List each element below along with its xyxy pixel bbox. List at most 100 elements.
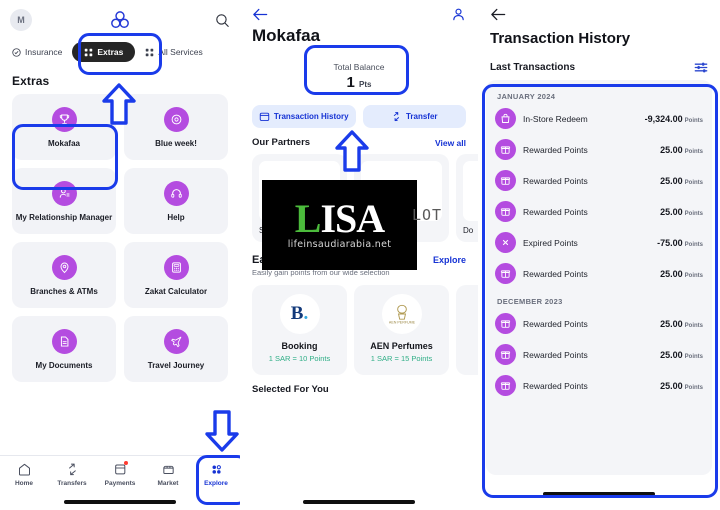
amount-unit: Points bbox=[684, 117, 703, 124]
grid-icon bbox=[85, 48, 93, 56]
close-circle-icon bbox=[495, 232, 516, 253]
view-all-link[interactable]: View all bbox=[435, 138, 466, 148]
tile-help[interactable]: Help bbox=[124, 168, 228, 234]
gift-icon bbox=[495, 170, 516, 191]
search-icon[interactable] bbox=[208, 13, 230, 28]
transaction-name: Rewarded Points bbox=[523, 175, 588, 186]
partner-logo bbox=[259, 161, 340, 221]
nav-label: Home bbox=[14, 480, 34, 487]
transactions-panel[interactable]: JANUARY 2024 In-Store Redeem -9,324.00 Po… bbox=[486, 80, 712, 475]
amount-value: 25.00 bbox=[660, 144, 683, 155]
partners-carousel[interactable]: Sulinda Inglot Do bbox=[240, 154, 478, 242]
home-indicator bbox=[64, 500, 176, 504]
calendar-icon bbox=[259, 112, 270, 122]
airplane-icon bbox=[163, 328, 189, 354]
table-row[interactable]: Expired Points -75.00 Points bbox=[495, 227, 703, 258]
shield-check-icon bbox=[12, 47, 21, 57]
tile-label: Help bbox=[167, 212, 185, 222]
chip-label: Extras bbox=[97, 47, 124, 57]
nav-label: Payments bbox=[104, 480, 136, 487]
table-row[interactable]: Rewarded Points 25.00 Points bbox=[495, 165, 703, 196]
earn-card-name: AEN Perfumes bbox=[370, 341, 433, 351]
svg-text:AEN PERFUME: AEN PERFUME bbox=[389, 321, 415, 325]
nav-explore[interactable]: Explore bbox=[192, 462, 240, 487]
earn-card[interactable]: B. Booking 1 SAR = 10 Points bbox=[252, 285, 347, 375]
tile-travel-journey[interactable]: Travel Journey bbox=[124, 316, 228, 382]
transfer-button[interactable]: Transfer bbox=[362, 105, 466, 128]
amount-unit: Points bbox=[684, 241, 703, 248]
back-arrow-icon[interactable] bbox=[252, 7, 269, 22]
tile-blue-week[interactable]: Blue week! bbox=[124, 94, 228, 160]
section-title: Our Partners bbox=[252, 137, 311, 148]
transaction-amount: 25.00 Points bbox=[660, 350, 703, 360]
earn-card-rate: 1 SAR = 15 Points bbox=[370, 354, 433, 363]
tile-mokafaa[interactable]: Mokafaa bbox=[12, 94, 116, 160]
amount-value: 25.00 bbox=[660, 206, 683, 217]
user-settings-icon bbox=[51, 180, 77, 206]
partner-card[interactable]: Inglot bbox=[354, 154, 449, 242]
partner-name: Do bbox=[463, 226, 474, 235]
amount-unit: Points bbox=[684, 384, 703, 391]
amount-value: 25.00 bbox=[660, 380, 683, 391]
tile-my-documents[interactable]: My Documents bbox=[12, 316, 116, 382]
balance-value-row: 1 Pts bbox=[309, 74, 409, 91]
map-pin-icon bbox=[51, 254, 77, 280]
earn-card-rate: 1 SAR = 10 Points bbox=[268, 354, 331, 363]
amount-value: 25.00 bbox=[660, 175, 683, 186]
table-row[interactable]: Rewarded Points 25.00 Points bbox=[495, 196, 703, 227]
earn-card-name: Booking bbox=[281, 341, 318, 351]
transaction-name: Expired Points bbox=[523, 237, 578, 248]
back-arrow-icon[interactable] bbox=[490, 7, 507, 22]
tile-branches-atms[interactable]: Branches & ATMs bbox=[12, 242, 116, 308]
amount-unit: Points bbox=[684, 353, 703, 360]
table-row[interactable]: Rewarded Points 25.00 Points bbox=[495, 370, 703, 401]
explore-dots-icon bbox=[212, 465, 221, 474]
gift-icon bbox=[495, 375, 516, 396]
person-icon[interactable] bbox=[451, 7, 466, 22]
chip-all-services[interactable]: All Services bbox=[145, 47, 203, 57]
amount-value: 25.00 bbox=[660, 268, 683, 279]
transaction-amount: 25.00 Points bbox=[660, 381, 703, 391]
chip-insurance[interactable]: Insurance bbox=[12, 47, 62, 57]
table-row[interactable]: In-Store Redeem -9,324.00 Points bbox=[495, 103, 703, 134]
nav-home[interactable]: Home bbox=[0, 462, 48, 487]
shopping-bag-icon bbox=[495, 108, 516, 129]
explore-link[interactable]: Explore bbox=[433, 255, 466, 265]
chip-extras[interactable]: Extras bbox=[72, 42, 136, 62]
transaction-name: Rewarded Points bbox=[523, 144, 588, 155]
transaction-name: Rewarded Points bbox=[523, 380, 588, 391]
transaction-amount: 25.00 Points bbox=[660, 207, 703, 217]
table-row[interactable]: Rewarded Points 25.00 Points bbox=[495, 258, 703, 289]
balance-unit: Pts bbox=[359, 80, 372, 89]
transaction-amount: 25.00 Points bbox=[660, 269, 703, 279]
button-label: Transaction History bbox=[273, 112, 349, 121]
table-row[interactable]: Rewarded Points 25.00 Points bbox=[495, 339, 703, 370]
earn-card[interactable]: AEN PERFUME AEN Perfumes 1 SAR = 15 Poin… bbox=[354, 285, 449, 375]
avatar[interactable]: M bbox=[10, 9, 32, 31]
transaction-name: Rewarded Points bbox=[523, 206, 588, 217]
amount-unit: Points bbox=[684, 148, 703, 155]
month-header: JANUARY 2024 bbox=[497, 92, 556, 101]
tile-label: Branches & ATMs bbox=[30, 286, 98, 296]
nav-transfers[interactable]: Transfers bbox=[48, 462, 96, 487]
earn-card[interactable]: 1 bbox=[456, 285, 478, 375]
market-icon bbox=[162, 465, 174, 474]
nav-payments[interactable]: Payments bbox=[96, 461, 144, 487]
tile-zakat-calculator[interactable]: Zakat Calculator bbox=[124, 242, 228, 308]
transaction-history-button[interactable]: Transaction History bbox=[252, 105, 356, 128]
gift-icon bbox=[495, 263, 516, 284]
amount-unit: Points bbox=[684, 179, 703, 186]
tile-my-relationship-manager[interactable]: My Relationship Manager bbox=[12, 168, 116, 234]
filter-sliders-icon[interactable] bbox=[694, 61, 708, 74]
partner-card[interactable]: Sulinda bbox=[252, 154, 347, 242]
nav-market[interactable]: Market bbox=[144, 462, 192, 487]
earn-more-subtitle: Easily gain points from our wide selecti… bbox=[252, 268, 390, 277]
table-row[interactable]: Rewarded Points 25.00 Points bbox=[495, 308, 703, 339]
partner-card[interactable]: Do bbox=[456, 154, 478, 242]
home-indicator bbox=[303, 500, 415, 504]
earn-carousel[interactable]: B. Booking 1 SAR = 10 Points AEN PERFUME… bbox=[240, 285, 478, 375]
screen-extras: M Insurance Extras All Services Extras M… bbox=[0, 0, 240, 510]
partner-logo bbox=[463, 161, 478, 221]
table-row[interactable]: Rewarded Points 25.00 Points bbox=[495, 134, 703, 165]
nav-label: Transfers bbox=[57, 480, 87, 487]
